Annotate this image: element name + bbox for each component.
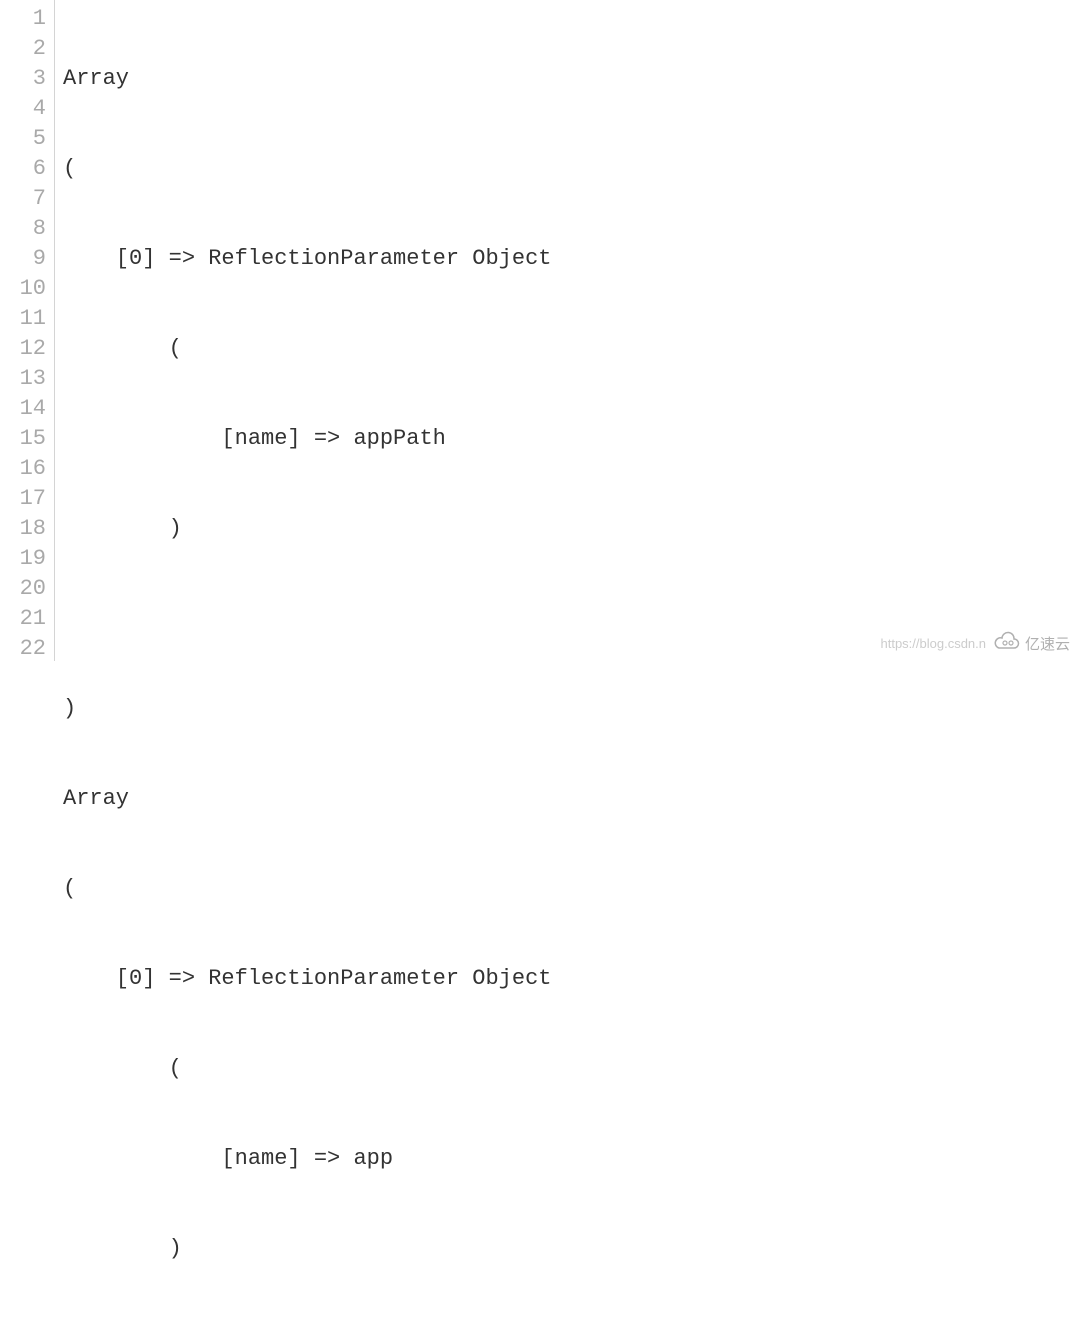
code-line: ( [63,154,1076,184]
line-number: 20 [12,574,46,604]
line-number: 7 [12,184,46,214]
code-content: Array ( [0] => ReflectionParameter Objec… [55,0,1076,661]
line-number: 6 [12,154,46,184]
line-number-gutter: 1 2 3 4 5 6 7 8 9 10 11 12 13 14 15 16 1… [0,0,55,661]
line-number: 4 [12,94,46,124]
line-number: 1 [12,4,46,34]
code-line: Array [63,784,1076,814]
line-number: 12 [12,334,46,364]
code-line: ( [63,1054,1076,1084]
code-line: [0] => ReflectionParameter Object [63,244,1076,274]
code-line: ( [63,334,1076,364]
line-number: 17 [12,484,46,514]
line-number: 19 [12,544,46,574]
code-line: ) [63,1234,1076,1264]
code-line: [name] => app [63,1144,1076,1174]
watermark-text: https://blog.csdn.n [880,636,986,651]
line-number: 14 [12,394,46,424]
code-line: ) [63,514,1076,544]
code-line [63,604,1076,634]
code-line: [name] => appPath [63,424,1076,454]
code-block: 1 2 3 4 5 6 7 8 9 10 11 12 13 14 15 16 1… [0,0,1076,661]
line-number: 15 [12,424,46,454]
line-number: 3 [12,64,46,94]
code-line: ( [63,874,1076,904]
brand-logo: 亿速云 [993,631,1070,655]
line-number: 2 [12,34,46,64]
line-number: 21 [12,604,46,634]
code-line: Array [63,64,1076,94]
code-line: [0] => ReflectionParameter Object [63,964,1076,994]
line-number: 16 [12,454,46,484]
line-number: 11 [12,304,46,334]
brand-text: 亿速云 [1025,633,1070,654]
line-number: 8 [12,214,46,244]
line-number: 13 [12,364,46,394]
line-number: 9 [12,244,46,274]
line-number: 10 [12,274,46,304]
cloud-icon [993,631,1025,655]
line-number: 18 [12,514,46,544]
line-number: 22 [12,634,46,664]
line-number: 5 [12,124,46,154]
code-line: ) [63,694,1076,724]
